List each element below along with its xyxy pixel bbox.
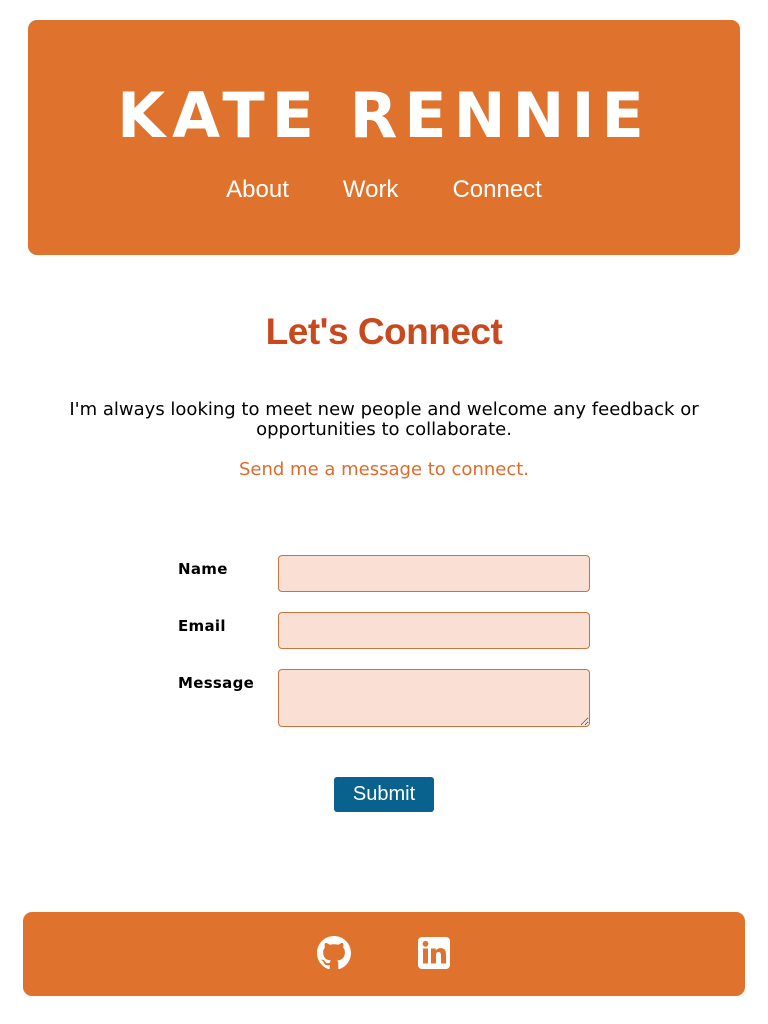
linkedin-link[interactable] bbox=[417, 936, 451, 970]
nav-link-connect[interactable]: Connect bbox=[452, 172, 541, 208]
message-label: Message bbox=[178, 674, 255, 692]
submit-button[interactable]: Submit bbox=[334, 777, 434, 812]
github-icon bbox=[317, 936, 351, 970]
github-link[interactable] bbox=[317, 936, 351, 970]
site-footer bbox=[23, 912, 745, 996]
page-heading: Let's Connect bbox=[265, 311, 503, 352]
intro-text: I'm always looking to meet new people an… bbox=[69, 399, 699, 440]
name-label: Name bbox=[178, 560, 228, 578]
form-row-name: Name bbox=[178, 555, 590, 592]
form-row-message: Message bbox=[178, 669, 590, 727]
form-row-email: Email bbox=[178, 612, 590, 649]
email-label: Email bbox=[178, 617, 226, 635]
site-title: KATE RENNIE bbox=[117, 79, 651, 152]
name-input[interactable] bbox=[278, 555, 590, 592]
message-textarea[interactable] bbox=[278, 669, 590, 727]
main-nav: About Work Connect bbox=[28, 172, 740, 208]
nav-link-work[interactable]: Work bbox=[343, 172, 399, 208]
contact-form: Name Email Message Submit bbox=[178, 555, 590, 815]
site-header: KATE RENNIE About Work Connect bbox=[28, 20, 740, 255]
cta-text: Send me a message to connect. bbox=[238, 459, 530, 480]
nav-link-about[interactable]: About bbox=[226, 172, 289, 208]
linkedin-icon bbox=[418, 937, 450, 969]
email-input[interactable] bbox=[278, 612, 590, 649]
